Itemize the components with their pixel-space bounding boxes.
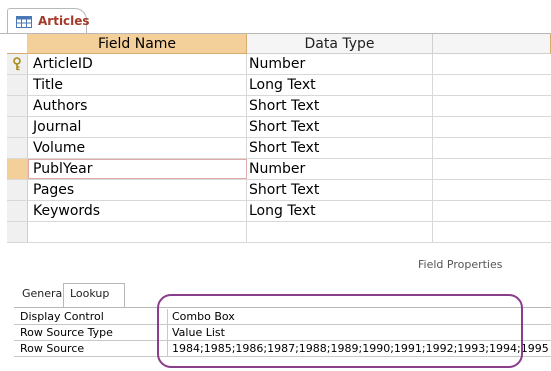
row-selector[interactable] [7,180,28,200]
data-type-cell[interactable]: Long Text [247,75,433,95]
table-row[interactable]: Volume Short Text [7,138,551,159]
data-type-cell[interactable] [247,222,433,242]
tab-lookup[interactable]: Lookup [63,283,125,307]
data-type-cell[interactable]: Number [247,54,433,74]
row-selector[interactable] [7,117,28,137]
table-row[interactable]: ArticleID Number [7,54,551,75]
field-name-cell[interactable]: ArticleID [28,54,247,74]
property-tabs-divider [14,307,551,308]
tab-label: Articles [38,14,90,28]
property-row-row-source-type[interactable]: Row Source Type Value List [14,325,551,341]
field-name-cell[interactable]: Keywords [28,201,247,221]
tab-general[interactable]: General [22,287,65,300]
row-selector[interactable] [7,96,28,116]
table-row[interactable]: Keywords Long Text [7,201,551,222]
field-name-cell[interactable]: PublYear [28,159,247,179]
property-name: Display Control [20,310,104,323]
row-selector-header [7,34,28,54]
table-row[interactable]: Title Long Text [7,75,551,96]
field-name-cell[interactable]: Volume [28,138,247,158]
table-row[interactable]: Pages Short Text [7,180,551,201]
column-divider [167,341,168,356]
column-header-field-name: Field Name [28,34,247,54]
row-selector-current[interactable] [7,159,28,179]
property-value[interactable]: 1984;1985;1986;1987;1988;1989;1990;1991;… [172,341,549,356]
property-row-row-source[interactable]: Row Source 1984;1985;1986;1987;1988;1989… [14,341,551,357]
column-divider [167,325,168,340]
data-type-cell[interactable]: Short Text [247,180,433,200]
row-selector[interactable] [7,201,28,221]
data-type-cell[interactable]: Short Text [247,138,433,158]
primary-key-icon [13,57,21,71]
field-name-cell[interactable]: Title [28,75,247,95]
data-type-cell[interactable]: Number [247,159,433,179]
data-type-cell[interactable]: Short Text [247,96,433,116]
table-row-empty[interactable] [7,222,551,243]
table-design-grid: Field Name Data Type ArticleID Number Ti… [7,34,551,258]
row-selector[interactable] [7,54,28,74]
row-selector[interactable] [7,222,28,242]
property-value[interactable]: Value List [172,325,225,340]
row-selector[interactable] [7,138,28,158]
property-row-display-control[interactable]: Display Control Combo Box [14,309,551,325]
property-value[interactable]: Combo Box [172,309,235,324]
table-row-selected[interactable]: PublYear Number [7,159,551,180]
data-type-cell[interactable]: Short Text [247,117,433,137]
property-name: Row Source [20,342,85,355]
table-row[interactable]: Journal Short Text [7,117,551,138]
column-divider [167,309,168,324]
field-name-cell[interactable]: Authors [28,96,247,116]
tab-articles[interactable]: Articles [7,8,90,34]
column-header-data-type: Data Type [247,34,433,54]
property-name: Row Source Type [20,326,113,339]
field-name-cell[interactable]: Pages [28,180,247,200]
document-tab-strip: Articles [0,0,551,34]
field-properties-label: Field Properties [418,258,503,271]
field-name-cell[interactable]: Journal [28,117,247,137]
property-sheet: Display Control Combo Box Row Source Typ… [14,309,551,357]
column-header-description [433,34,551,54]
row-selector[interactable] [7,75,28,95]
table-icon [16,16,32,28]
data-type-cell[interactable]: Long Text [247,201,433,221]
field-name-cell[interactable] [28,222,247,242]
field-rows: ArticleID Number Title Long Text Authors… [7,54,551,243]
table-row[interactable]: Authors Short Text [7,96,551,117]
